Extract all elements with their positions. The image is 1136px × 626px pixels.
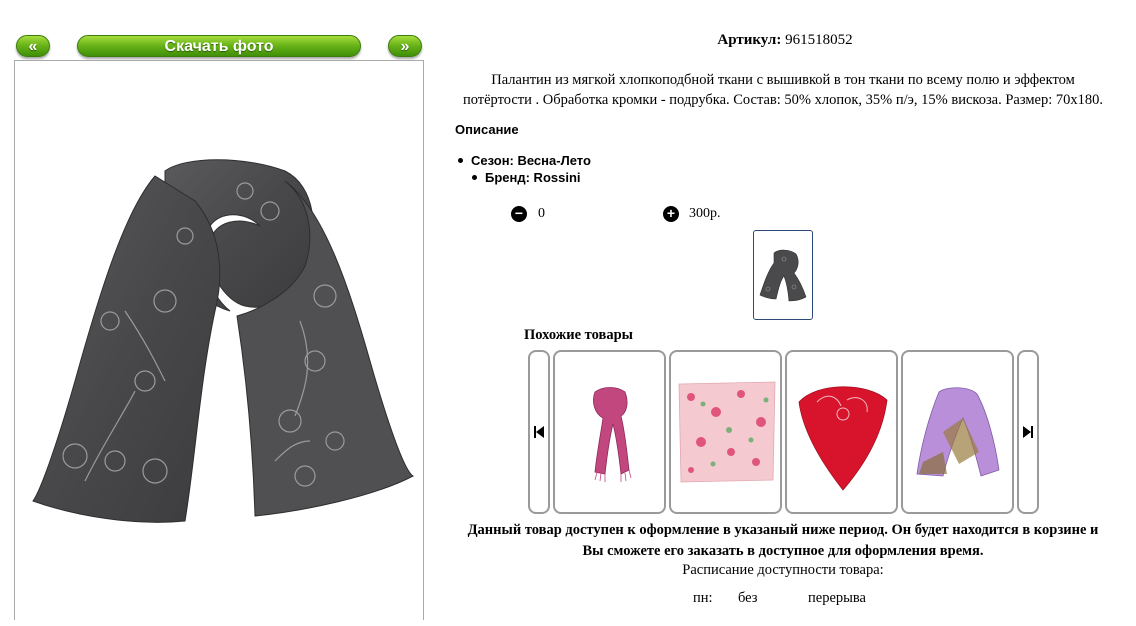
- plus-icon[interactable]: +: [663, 206, 679, 222]
- similar-item[interactable]: [785, 350, 898, 514]
- similar-item[interactable]: [553, 350, 666, 514]
- schedule-title: Расписание доступности товара:: [682, 562, 884, 578]
- description-section-title: Описание: [455, 122, 519, 137]
- main-product-image: [32, 159, 415, 523]
- schedule-value-1: без: [738, 590, 758, 606]
- similar-products-title: Похожие товары: [524, 327, 633, 343]
- next-photo-button[interactable]: »: [388, 35, 422, 57]
- bullet-icon: [458, 158, 463, 164]
- minus-icon[interactable]: −: [511, 206, 527, 222]
- season-property: Сезон: Весна-Лето: [458, 153, 591, 168]
- description-line-2: потёртости . Обработка кромки - подрубка…: [462, 92, 1104, 108]
- article-label: Артикул:: [717, 32, 782, 48]
- similar-item-image: [916, 387, 1000, 477]
- skip-back-icon: [534, 426, 544, 438]
- selected-photo-thumbnail[interactable]: [753, 230, 813, 320]
- notice-line-1: Данный товар доступен к оформление в ука…: [467, 522, 1099, 538]
- description-line-1: Палантин из мягкой хлопкоподбной ткани с…: [491, 72, 1075, 88]
- brand-label: Бренд: Rossini: [485, 170, 581, 185]
- season-label: Сезон: Весна-Лето: [471, 153, 591, 168]
- similar-item[interactable]: [669, 350, 782, 514]
- price-value: 300р.: [689, 206, 721, 221]
- download-photo-button[interactable]: Скачать фото: [77, 35, 361, 57]
- similar-item-image: [593, 387, 632, 482]
- carousel-prev-button[interactable]: [528, 350, 550, 514]
- schedule-day: пн:: [693, 590, 713, 606]
- prev-photo-button[interactable]: «: [16, 35, 50, 57]
- carousel-next-button[interactable]: [1017, 350, 1039, 514]
- schedule-value-2: перерыва: [808, 590, 866, 606]
- skip-forward-icon: [1023, 426, 1033, 438]
- bullet-icon: [472, 175, 477, 181]
- availability-notice: Данный товар доступен к оформление в ука…: [430, 520, 1136, 562]
- similar-item-image: [678, 381, 776, 483]
- article-value: 961518052: [785, 32, 853, 48]
- quantity-value: 0: [538, 206, 545, 221]
- product-description: Палантин из мягкой хлопкоподбной ткани с…: [430, 70, 1136, 110]
- brand-property: Бренд: Rossini: [472, 170, 581, 185]
- notice-line-2: Вы сможете его заказать в доступное для …: [582, 543, 984, 559]
- similar-item-image: [798, 386, 888, 491]
- article-number: Артикул: 961518052: [600, 32, 970, 49]
- similar-item[interactable]: [901, 350, 1014, 514]
- main-photo-frame: [14, 60, 424, 620]
